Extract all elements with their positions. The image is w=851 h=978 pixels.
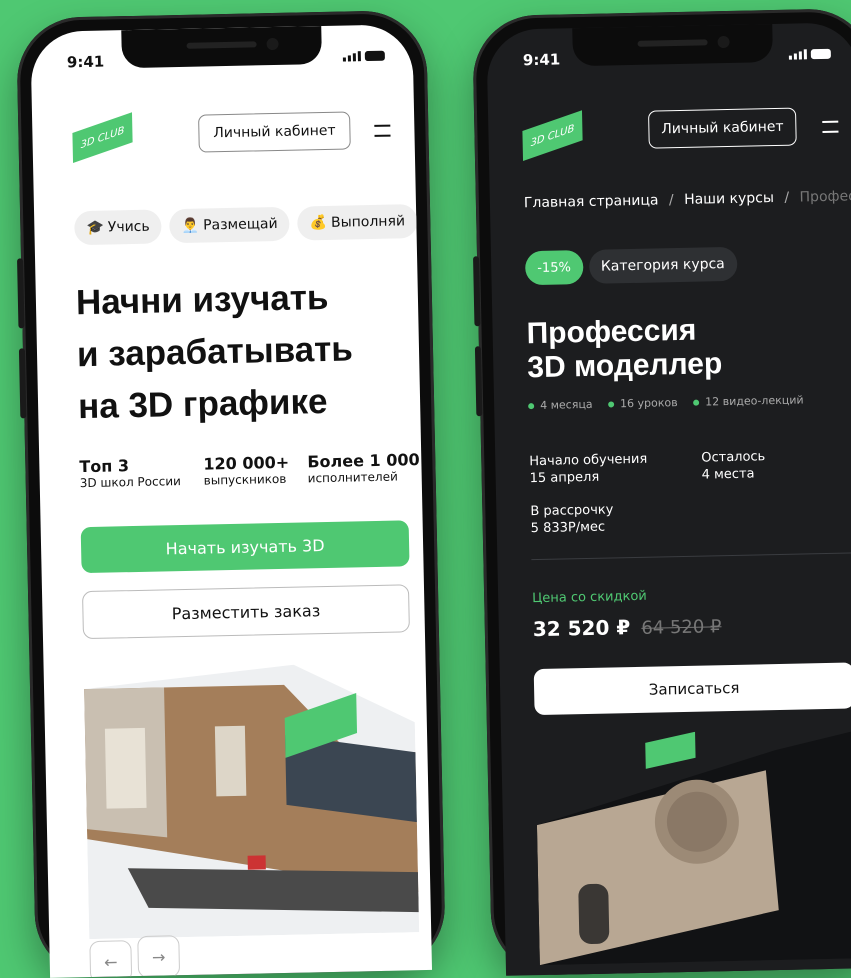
phone-left: 9:41 3D CLUB Личный кабинет 🎓 Учись 👨‍💼 Ра…: [15, 9, 447, 978]
stat-3: Более 1 000 исполнителей: [307, 450, 420, 486]
chip-post[interactable]: 👨‍💼 Размещай: [169, 206, 290, 244]
price-row: 32 520 ₽ 64 520 ₽: [533, 613, 722, 641]
breadcrumb: Главная страница / Наши курсы / Профес..…: [524, 188, 851, 211]
right-screen: 9:41 3D CLUB Личный кабинет Главная стра…: [486, 22, 851, 976]
breadcrumb-courses[interactable]: Наши курсы: [684, 190, 774, 208]
course-meta: 4 месяца 16 уроков 12 видео-лекций: [528, 393, 804, 412]
category-chip[interactable]: Категория курса: [588, 246, 738, 284]
enroll-button[interactable]: Записаться: [533, 662, 851, 716]
battery-icon: [364, 50, 385, 62]
status-time: 9:41: [522, 50, 561, 70]
price-new: 32 520 ₽: [532, 615, 631, 642]
person-icon: 👨‍💼: [181, 217, 200, 234]
graduation-cap-icon: 🎓: [86, 219, 104, 236]
status-time: 9:41: [66, 52, 105, 72]
prev-arrow-button[interactable]: ←: [89, 940, 133, 978]
chips-row: 🎓 Учись 👨‍💼 Размещай 💰 Выполняй: [74, 204, 418, 246]
breadcrumb-home[interactable]: Главная страница: [524, 192, 659, 211]
left-screen: 9:41 3D CLUB Личный кабинет 🎓 Учись 👨‍💼 Ра…: [30, 24, 433, 978]
price-label: Цена со скидкой: [532, 588, 647, 607]
next-arrow-button[interactable]: →: [137, 935, 181, 978]
info-seats: Осталось 4 места: [701, 449, 766, 483]
badges-row: -15% Категория курса: [524, 246, 738, 286]
stat-2: 120 000+ выпускников: [203, 452, 290, 488]
place-order-button[interactable]: Разместить заказ: [82, 584, 410, 640]
signal-icon: [788, 49, 807, 60]
menu-icon[interactable]: [374, 124, 391, 137]
phone-right: 9:41 3D CLUB Личный кабинет Главная стра…: [471, 7, 851, 977]
status-icons: [788, 48, 831, 60]
product-image: [536, 728, 851, 966]
discount-badge: -15%: [524, 250, 584, 286]
arrow-right-icon: →: [151, 946, 166, 967]
cabinet-button[interactable]: Личный кабинет: [198, 111, 351, 153]
logo[interactable]: 3D CLUB: [72, 112, 133, 163]
logo[interactable]: 3D CLUB: [522, 110, 583, 162]
chip-do[interactable]: 💰 Выполняй: [297, 204, 418, 241]
cabinet-button[interactable]: Личный кабинет: [648, 107, 797, 149]
breadcrumb-current: Профес...: [799, 188, 851, 206]
menu-icon[interactable]: [822, 120, 839, 133]
battery-icon: [810, 48, 831, 60]
info-start: Начало обучения 15 апреля: [529, 451, 648, 487]
stat-1: Топ 3 3D школ России: [79, 456, 181, 491]
status-icons: [342, 50, 385, 62]
course-title: Профессия 3D моделлер: [526, 313, 723, 385]
price-old: 64 520 ₽: [641, 616, 722, 639]
arrow-left-icon: ←: [103, 951, 118, 972]
signal-icon: [342, 51, 361, 62]
money-bag-icon: 💰: [309, 214, 328, 232]
info-installment: В рассрочку 5 833Р/мес: [530, 502, 614, 537]
chip-learn[interactable]: 🎓 Учись: [74, 209, 163, 246]
divider: [531, 552, 851, 561]
interior-image: [84, 664, 420, 940]
start-learning-button[interactable]: Начать изучать 3D: [80, 520, 410, 574]
hero-headline: Начни изучать и зарабатывать на 3D графи…: [75, 277, 354, 427]
